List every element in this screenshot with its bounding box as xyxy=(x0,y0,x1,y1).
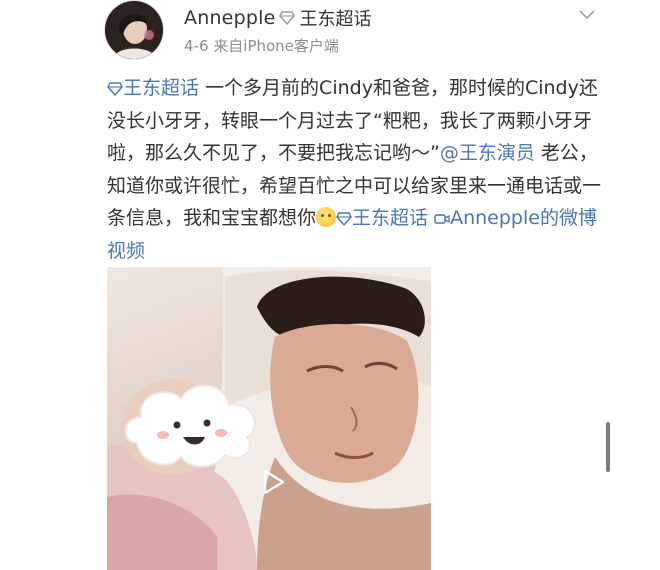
topic-tag[interactable]: 王东超话 xyxy=(336,207,428,229)
scrollbar[interactable] xyxy=(606,422,610,472)
diamond-icon xyxy=(336,211,352,226)
video-camera-icon xyxy=(434,212,450,226)
avatar[interactable] xyxy=(104,0,164,60)
chevron-down-icon[interactable] xyxy=(576,4,598,26)
diamond-icon xyxy=(107,81,123,96)
author-name[interactable]: Annepple xyxy=(184,7,275,29)
post-meta: 4-6 来自iPhone客户端 xyxy=(184,35,339,56)
author-topic-badge[interactable]: 王东超话 xyxy=(299,5,371,31)
diamond-icon xyxy=(279,11,296,25)
post-text: 王东超话 一个多月前的Cindy和爸爸，那时候的Cindy还没长小牙牙，转眼一个… xyxy=(107,72,607,267)
smile-emoji-icon xyxy=(316,207,337,227)
topic-tag[interactable]: 王东超话 xyxy=(107,77,199,99)
post-source: 来自iPhone客户端 xyxy=(213,37,339,55)
author-row: Annepple 王东超话 xyxy=(184,5,371,31)
topic-tag-label: 王东超话 xyxy=(352,207,429,229)
topic-tag-label: 王东超话 xyxy=(123,77,200,99)
mention-link[interactable]: @王东演员 xyxy=(440,142,535,164)
post-date: 4-6 xyxy=(184,37,209,55)
video-thumbnail[interactable] xyxy=(107,267,431,570)
play-icon[interactable] xyxy=(255,465,289,499)
